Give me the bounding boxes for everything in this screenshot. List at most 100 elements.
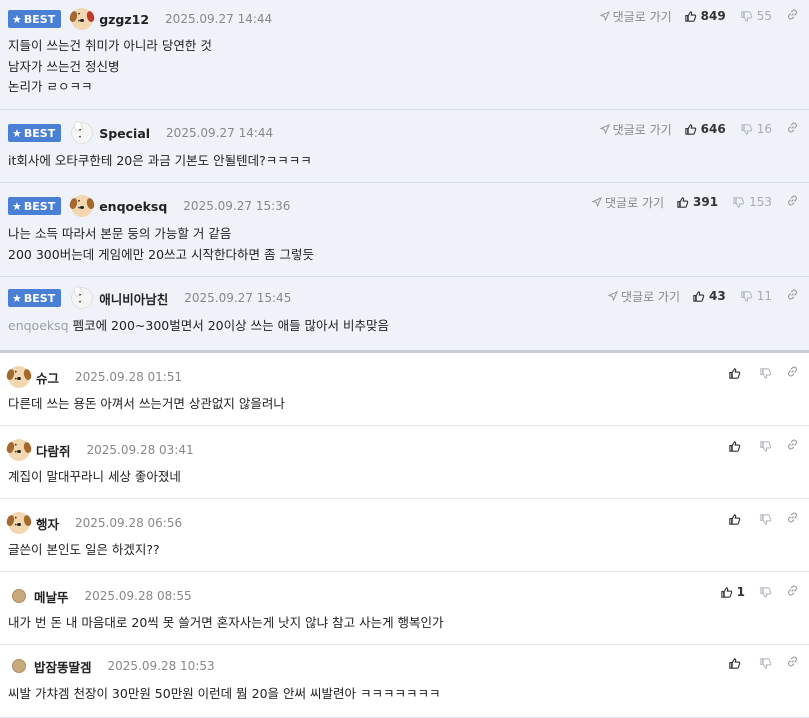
link-icon[interactable] bbox=[786, 365, 799, 381]
avatar[interactable] bbox=[8, 512, 30, 534]
send-icon bbox=[592, 197, 602, 207]
comment-actions: 댓글로 가기 391 153 bbox=[592, 192, 799, 212]
comment-body: 다른데 쓰는 용돈 아껴서 쓰는거면 상관없지 않을려나 bbox=[8, 396, 285, 411]
comment-date: 2025.09.27 15:45 bbox=[184, 291, 292, 305]
comment-item: 다람쥐 2025.09.28 03:41 계집이 말대꾸라니 세상 좋아졌네 bbox=[0, 426, 809, 499]
downvote-button[interactable]: 153 bbox=[732, 195, 772, 209]
comment-body: 계집이 말대꾸라니 세상 좋아졌네 bbox=[8, 469, 181, 484]
link-icon[interactable] bbox=[786, 121, 799, 137]
nickname[interactable]: 밥잠똥딸겜 bbox=[34, 657, 92, 676]
nickname[interactable]: 슈그 bbox=[36, 368, 59, 387]
nickname[interactable]: enqoeksq bbox=[99, 199, 167, 214]
nickname[interactable]: 애니비아남친 bbox=[99, 289, 168, 308]
comment-header: 다람쥐 2025.09.28 03:41 bbox=[8, 439, 194, 461]
link-icon[interactable] bbox=[786, 194, 799, 210]
avatar[interactable] bbox=[71, 8, 94, 30]
comment-header: ★BEST enqoeksq 2025.09.27 15:36 bbox=[8, 195, 290, 217]
comment-header: 행자 2025.09.28 06:56 bbox=[8, 512, 182, 534]
thumbs-down-icon bbox=[741, 290, 752, 302]
downvote-button[interactable]: 55 bbox=[740, 9, 772, 23]
comment-body: 나는 소득 따라서 본문 둥의 가능할 거 같음 200 300버는데 게임에만… bbox=[8, 226, 314, 262]
comment-list: ★BEST gzgz12 2025.09.27 14:44 댓글로 가기 849… bbox=[0, 0, 809, 718]
upvote-button[interactable]: 849 bbox=[684, 9, 726, 23]
comment-header: 슈그 2025.09.28 01:51 bbox=[8, 366, 182, 388]
comment-body: 씨발 가챠겜 천장이 30만원 50만원 이런데 뭠 20을 안써 씨발련아 ㅋ… bbox=[8, 686, 441, 701]
nickname[interactable]: gzgz12 bbox=[99, 12, 149, 27]
nickname[interactable]: Special bbox=[99, 126, 150, 141]
thumbs-down-icon bbox=[760, 367, 772, 379]
downvote-button[interactable]: 16 bbox=[740, 122, 772, 136]
downvote-button[interactable] bbox=[759, 367, 772, 380]
thumbs-up-icon bbox=[729, 367, 741, 379]
goto-comment-link[interactable]: 댓글로 가기 bbox=[592, 194, 664, 211]
comment-date: 2025.09.28 06:56 bbox=[75, 516, 183, 530]
avatar[interactable] bbox=[71, 287, 94, 309]
goto-comment-link[interactable]: 댓글로 가기 bbox=[599, 121, 672, 138]
goto-comment-link[interactable]: 댓글로 가기 bbox=[608, 288, 680, 305]
comment-actions bbox=[728, 363, 799, 383]
thumbs-up-icon bbox=[677, 196, 689, 208]
downvote-button[interactable] bbox=[759, 440, 772, 453]
comment-header: 메날뚜 2025.09.28 08:55 bbox=[8, 585, 192, 607]
link-icon[interactable] bbox=[786, 584, 799, 600]
downvote-button[interactable] bbox=[759, 657, 772, 670]
downvote-button[interactable]: 11 bbox=[740, 289, 772, 303]
upvote-button[interactable]: 646 bbox=[684, 122, 726, 136]
upvote-button[interactable] bbox=[728, 513, 745, 526]
link-icon[interactable] bbox=[786, 438, 799, 454]
thumbs-down-icon bbox=[760, 586, 772, 598]
link-icon[interactable] bbox=[786, 511, 799, 527]
star-icon: ★ bbox=[12, 12, 22, 26]
thumbs-down-icon bbox=[760, 513, 772, 525]
thumbs-down-icon bbox=[741, 10, 752, 22]
comment-item: 슈그 2025.09.28 01:51 다른데 쓰는 용돈 아껴서 쓰는거면 상… bbox=[0, 353, 809, 426]
upvote-button[interactable] bbox=[728, 367, 745, 380]
link-icon[interactable] bbox=[786, 655, 799, 671]
nickname[interactable]: 메날뚜 bbox=[34, 587, 69, 606]
avatar[interactable] bbox=[12, 589, 26, 603]
reply-parent-nick[interactable]: enqoeksq bbox=[8, 318, 69, 333]
thumbs-down-icon bbox=[760, 440, 772, 452]
comment-date: 2025.09.27 14:44 bbox=[165, 12, 273, 26]
thumbs-up-icon bbox=[729, 513, 741, 525]
goto-comment-link[interactable]: 댓글로 가기 bbox=[599, 8, 672, 25]
avatar[interactable] bbox=[71, 122, 94, 144]
upvote-button[interactable]: 1 bbox=[720, 585, 745, 599]
upvote-button[interactable]: 43 bbox=[692, 289, 726, 303]
comment-body: 내가 번 돈 내 마음대로 20씩 못 쓸거면 혼자사는게 낫지 않냐 참고 사… bbox=[8, 615, 444, 630]
comment-actions: 댓글로 가기 849 55 bbox=[599, 6, 799, 26]
nickname[interactable]: 행자 bbox=[36, 514, 59, 533]
upvote-button[interactable] bbox=[728, 657, 745, 670]
thumbs-up-icon bbox=[720, 586, 732, 598]
upvote-button[interactable]: 391 bbox=[676, 195, 718, 209]
comment-item: ★BEST Special 2025.09.27 14:44 댓글로 가기 64… bbox=[0, 110, 809, 183]
star-icon: ★ bbox=[12, 291, 22, 305]
avatar[interactable] bbox=[71, 195, 94, 217]
link-icon[interactable] bbox=[786, 8, 799, 24]
best-badge: ★ BEST bbox=[8, 10, 62, 28]
send-icon bbox=[599, 124, 610, 134]
comment-item: ★BEST gzgz12 2025.09.27 14:44 댓글로 가기 849… bbox=[0, 0, 809, 110]
comment-body: 지들이 쓰는건 취미가 아니라 당연한 것 남자가 쓰는건 정신병 논리가 ㄹㅇ… bbox=[8, 38, 212, 94]
avatar[interactable] bbox=[8, 439, 30, 461]
thumbs-down-icon bbox=[741, 123, 752, 135]
avatar[interactable] bbox=[8, 366, 30, 388]
thumbs-down-icon bbox=[760, 657, 772, 669]
comment-header: ★BEST 애니비아남친 2025.09.27 15:45 bbox=[8, 287, 291, 309]
thumbs-up-icon bbox=[729, 657, 741, 669]
thumbs-down-icon bbox=[733, 196, 745, 208]
comment-actions: 댓글로 가기 646 16 bbox=[599, 119, 799, 139]
comment-header: ★BEST gzgz12 2025.09.27 14:44 bbox=[8, 8, 272, 30]
downvote-button[interactable] bbox=[759, 586, 772, 599]
avatar[interactable] bbox=[12, 659, 26, 673]
downvote-button[interactable] bbox=[759, 513, 772, 526]
link-icon[interactable] bbox=[786, 288, 799, 304]
thumbs-up-icon bbox=[684, 123, 696, 135]
upvote-button[interactable] bbox=[728, 440, 745, 453]
nickname[interactable]: 다람쥐 bbox=[36, 441, 71, 460]
comment-header: ★BEST Special 2025.09.27 14:44 bbox=[8, 122, 273, 144]
comment-date: 2025.09.27 15:36 bbox=[183, 199, 291, 213]
comment-actions: 1 bbox=[720, 582, 799, 602]
send-icon bbox=[608, 291, 618, 301]
comment-actions bbox=[728, 653, 799, 673]
